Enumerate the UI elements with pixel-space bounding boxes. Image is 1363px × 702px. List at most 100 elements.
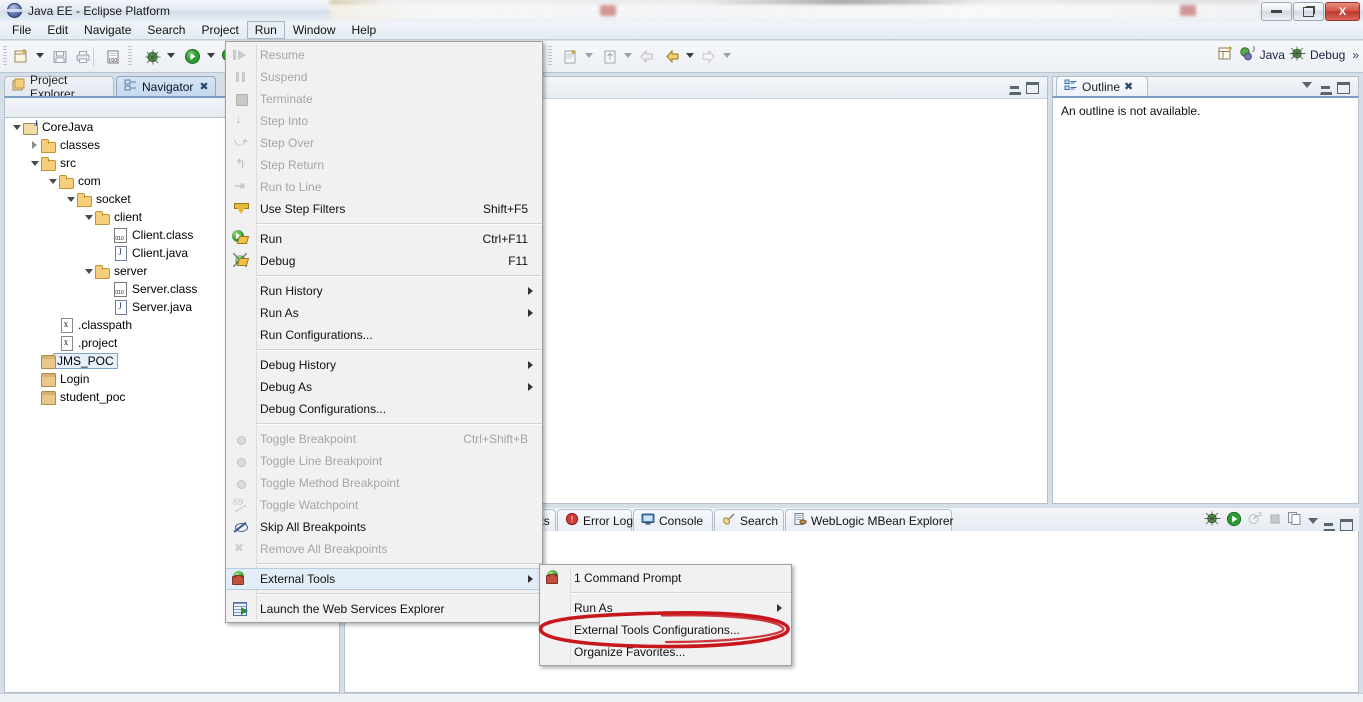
new-dropdown-caret[interactable] xyxy=(36,53,44,58)
back-icon[interactable] xyxy=(636,46,657,67)
bottom-tab-console[interactable]: Console xyxy=(633,509,713,531)
console-icon xyxy=(641,512,655,529)
tree-item-label: client xyxy=(114,210,143,224)
twisty-expanded-icon[interactable] xyxy=(11,118,22,136)
tab-outline[interactable]: Outline ✖ xyxy=(1056,76,1148,96)
svg-text:010: 010 xyxy=(108,58,117,64)
perspective-java-label[interactable]: Java xyxy=(1260,48,1285,62)
menu-help[interactable]: Help xyxy=(344,21,385,39)
perspective-overflow-icon[interactable]: » xyxy=(1352,48,1359,62)
menu-search[interactable]: Search xyxy=(139,21,193,39)
twisty-expanded-icon[interactable] xyxy=(83,262,94,280)
build-icon[interactable]: 010 xyxy=(102,46,123,67)
menu-item[interactable]: Debug Configurations... xyxy=(226,398,542,420)
terminate-icon[interactable] xyxy=(1268,512,1282,529)
twisty-expanded-icon[interactable] xyxy=(65,190,76,208)
external-tools-icon xyxy=(226,568,256,590)
toolbar-grip[interactable] xyxy=(548,46,552,66)
menu-edit[interactable]: Edit xyxy=(39,21,76,39)
run-icon[interactable] xyxy=(182,46,203,67)
menu-item[interactable]: 1 Command Prompt xyxy=(540,567,791,589)
menu-item[interactable]: Organize Favorites... xyxy=(540,641,791,663)
menu-item[interactable]: Skip All Breakpoints xyxy=(226,516,542,538)
minimize-button[interactable] xyxy=(1261,2,1292,21)
twisty-none xyxy=(29,388,40,406)
run-dropdown-caret[interactable] xyxy=(207,53,215,58)
debug-icon[interactable] xyxy=(142,46,163,67)
tab-navigator-close-icon[interactable]: ✖ xyxy=(199,80,208,93)
menu-item-label: Run Configurations... xyxy=(260,328,373,342)
new-icon[interactable] xyxy=(11,46,32,67)
view-menu-icon[interactable] xyxy=(1308,518,1318,524)
run-icon[interactable] xyxy=(1226,511,1242,530)
tab-project-explorer[interactable]: Project Explorer xyxy=(4,73,114,101)
external-tools-icon xyxy=(540,567,570,589)
print-icon[interactable] xyxy=(72,46,93,67)
forward-icon[interactable] xyxy=(698,46,719,67)
dropdown-caret[interactable] xyxy=(624,53,632,58)
copy-icon[interactable] xyxy=(1287,511,1303,529)
minimize-icon[interactable] xyxy=(1009,82,1021,95)
bottom-tab-error-log[interactable]: ! Error Log xyxy=(557,509,633,531)
tree-item-label: socket xyxy=(96,192,131,206)
bottom-tab-weblogic-mbean-explorer[interactable]: WebLogic MBean Explorer xyxy=(785,509,954,531)
back-active-icon[interactable] xyxy=(662,46,683,67)
menu-item-label: Debug History xyxy=(260,358,337,372)
menu-navigate[interactable]: Navigate xyxy=(76,21,139,39)
menu-item[interactable]: Debug History xyxy=(226,354,542,376)
toolbar-grip[interactable] xyxy=(128,46,132,66)
menu-item-no-icon xyxy=(540,597,570,619)
external-tools-submenu[interactable]: 1 Command Prompt Run As External Tools Con… xyxy=(539,564,792,666)
twisty-expanded-icon[interactable] xyxy=(47,172,58,190)
menu-item[interactable]: Debug As xyxy=(226,376,542,398)
maximize-icon[interactable] xyxy=(1026,82,1039,94)
java-perspective-icon[interactable]: J xyxy=(1239,45,1256,64)
close-button[interactable]: X xyxy=(1325,2,1360,21)
profile-icon[interactable] xyxy=(1247,511,1263,529)
open-perspective-icon[interactable] xyxy=(1218,46,1235,64)
debug-dropdown-caret[interactable] xyxy=(167,53,175,58)
back-dropdown-caret[interactable] xyxy=(686,53,694,58)
menu-project[interactable]: Project xyxy=(193,21,246,39)
maximize-icon[interactable] xyxy=(1340,519,1353,531)
save-icon[interactable] xyxy=(49,46,70,67)
twisty-none xyxy=(29,352,40,370)
dropdown-caret[interactable] xyxy=(585,53,593,58)
menu-window[interactable]: Window xyxy=(285,21,344,39)
menu-separator xyxy=(256,223,542,225)
menu-item[interactable]: Run Ctrl+F11 xyxy=(226,228,542,250)
tab-outline-close-icon[interactable]: ✖ xyxy=(1124,80,1133,93)
toolbar-grip[interactable] xyxy=(3,46,7,66)
bottom-tab-search[interactable]: Search xyxy=(714,509,784,531)
menu-item-label: Step Return xyxy=(260,158,325,172)
debug-perspective-icon[interactable] xyxy=(1289,46,1306,64)
menu-item[interactable]: Use Step Filters Shift+F5 xyxy=(226,198,542,220)
project-explorer-icon xyxy=(12,78,26,95)
menu-item[interactable]: External Tools Configurations... xyxy=(540,619,791,641)
twisty-expanded-icon[interactable] xyxy=(83,208,94,226)
menu-item-label: Terminate xyxy=(260,92,313,106)
run-menu-dropdown[interactable]: Resume Suspend Terminate Step Into Step Over… xyxy=(225,41,543,623)
twisty-expanded-icon[interactable] xyxy=(29,154,40,172)
menu-item[interactable]: Run As xyxy=(226,302,542,324)
new-package-icon[interactable] xyxy=(599,46,620,67)
menu-file[interactable]: File xyxy=(4,21,39,39)
menu-item[interactable]: Run Configurations... xyxy=(226,324,542,346)
menu-run[interactable]: Run xyxy=(246,21,285,39)
twisty-none xyxy=(47,316,58,334)
new-java-class-icon[interactable] xyxy=(560,46,581,67)
menu-item-label: Toggle Line Breakpoint xyxy=(260,454,383,468)
twisty-collapsed-icon[interactable] xyxy=(29,136,40,154)
menu-item[interactable]: Launch the Web Services Explorer xyxy=(226,598,542,620)
debug-icon[interactable] xyxy=(1204,511,1221,529)
minimize-icon[interactable] xyxy=(1323,519,1335,532)
menu-item[interactable]: Run As xyxy=(540,597,791,619)
menu-item[interactable]: Debug F11 xyxy=(226,250,542,272)
restore-button[interactable] xyxy=(1293,2,1324,21)
forward-dropdown-caret[interactable] xyxy=(723,53,731,58)
tab-navigator[interactable]: Navigator ✖ xyxy=(116,76,216,96)
perspective-debug-label[interactable]: Debug xyxy=(1310,48,1345,62)
xml-file-icon xyxy=(58,335,74,351)
menu-item[interactable]: Run History xyxy=(226,280,542,302)
menu-item[interactable]: External Tools xyxy=(226,568,542,590)
